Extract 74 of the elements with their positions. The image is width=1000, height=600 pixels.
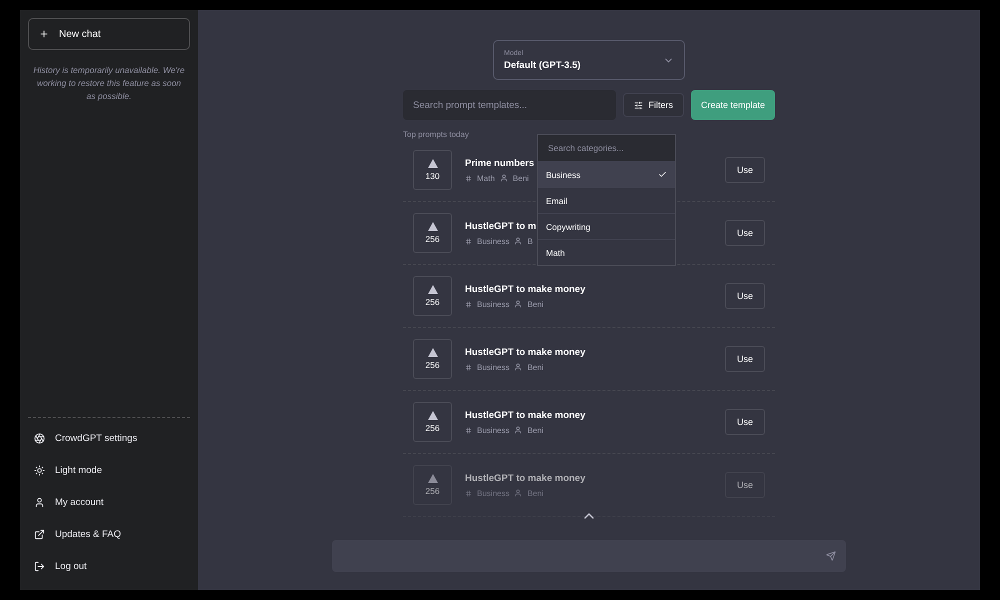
prompt-title: HustleGPT to make money [465, 410, 586, 420]
sidebar-menu-item[interactable]: Log out [28, 550, 190, 582]
sidebar-menu-item[interactable]: Updates & FAQ [28, 518, 190, 550]
prompt-author: Beni [527, 426, 544, 434]
prompt-title: HustleGPT to m [465, 220, 536, 232]
plus-icon [39, 29, 49, 39]
category-option[interactable]: Email [538, 187, 675, 213]
history-notice: History is temporarily unavailable. We're working to restore this feature as soon as possible. [32, 64, 186, 103]
triangle-icon [428, 348, 438, 357]
hash-icon [465, 174, 472, 182]
user-icon [514, 426, 522, 434]
upvote-button[interactable]: 256 [413, 339, 452, 379]
prompt-title: Prime numbers [465, 158, 534, 168]
prompt-title: HustleGPT to make money [465, 472, 586, 484]
prompt-tag: Business [477, 362, 510, 372]
use-button[interactable]: Use [725, 220, 765, 246]
category-search-field[interactable]: Search categories... [538, 135, 675, 161]
prompt-author: Beni [527, 488, 544, 498]
hash-icon [465, 426, 472, 434]
triangle-icon [428, 159, 438, 168]
new-chat-button[interactable]: New chat [28, 18, 190, 50]
prompt-author: Beni [512, 174, 529, 182]
triangle-icon [428, 474, 438, 483]
model-value: Default (GPT-3.5) [504, 60, 581, 70]
aperture-icon [34, 432, 45, 444]
triangle-icon [428, 411, 438, 420]
use-button[interactable]: Use [725, 157, 765, 183]
sidebar-menu-item[interactable]: Light mode [28, 454, 190, 486]
user-icon [514, 300, 522, 308]
upvote-button[interactable]: 256 [413, 276, 452, 316]
category-option[interactable]: Math [538, 239, 675, 265]
category-option[interactable]: Business [538, 161, 675, 187]
prompt-tag: Business [477, 426, 510, 434]
prompt-tag: Business [477, 236, 510, 246]
category-option[interactable]: Copywriting [538, 213, 675, 239]
prompt-tag: Business [477, 300, 510, 308]
triangle-icon [428, 285, 438, 294]
logout-icon [34, 560, 45, 572]
user-icon [34, 496, 45, 508]
user-icon [500, 174, 508, 182]
use-button[interactable]: Use [725, 346, 765, 372]
hash-icon [465, 364, 472, 370]
upvote-button[interactable]: 256 [413, 465, 452, 505]
external-link-icon [34, 528, 45, 540]
sidebar-menu-item[interactable]: CrowdGPT settings [28, 422, 190, 454]
section-title: Top prompts today [403, 130, 470, 139]
hash-icon [465, 300, 472, 308]
filter-icon [634, 100, 644, 110]
sidebar-menu-item[interactable]: My account [28, 486, 190, 518]
prompt-author: B [527, 236, 533, 246]
prompt-title: HustleGPT to make money [465, 346, 586, 358]
prompt-author: Beni [527, 362, 544, 372]
user-icon [514, 489, 522, 497]
check-icon [658, 170, 667, 179]
prompt-tag: Math [477, 174, 495, 182]
hash-icon [465, 238, 472, 244]
user-icon [514, 363, 522, 371]
upvote-button[interactable]: 130 [413, 150, 452, 190]
message-input[interactable] [332, 540, 846, 572]
prompt-tag: Business [477, 488, 510, 498]
prompt-author: Beni [527, 300, 544, 308]
triangle-icon [428, 222, 438, 231]
use-button[interactable]: Use [725, 283, 765, 309]
prompt-title: HustleGPT to make money [465, 284, 586, 294]
sun-icon [34, 464, 45, 476]
send-icon[interactable] [826, 551, 836, 561]
use-button[interactable]: Use [725, 472, 765, 498]
use-button[interactable]: Use [725, 409, 765, 435]
upvote-button[interactable]: 256 [413, 213, 452, 253]
user-icon [514, 237, 522, 245]
upvote-button[interactable]: 256 [413, 402, 452, 442]
hash-icon [465, 490, 472, 496]
filters-button[interactable]: Filters [623, 93, 684, 117]
search-field[interactable]: Search prompt templates... [403, 90, 616, 120]
